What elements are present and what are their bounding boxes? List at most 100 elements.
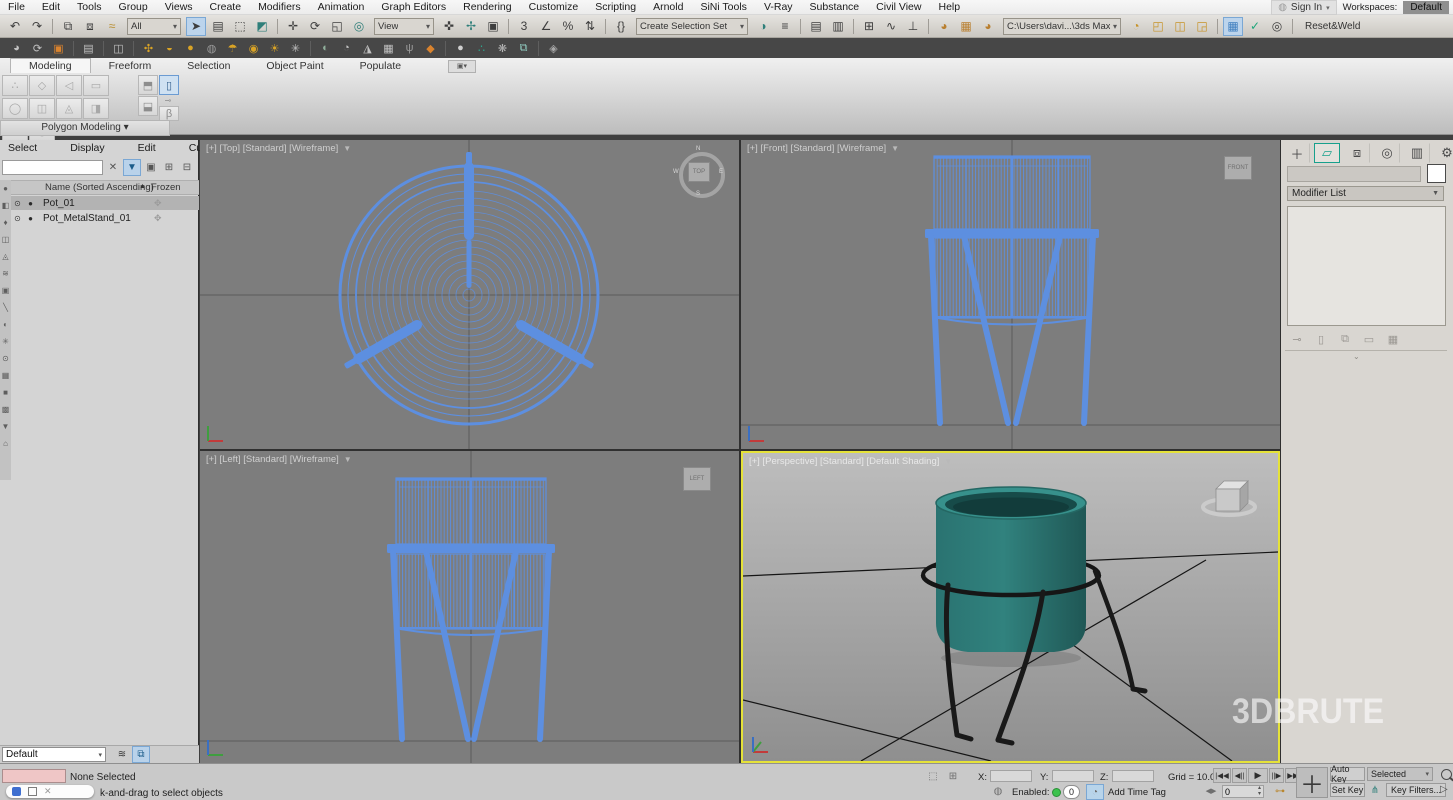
compass-south[interactable]: S [696,191,700,197]
toggle-scene-explorer-icon[interactable]: ▤ [806,17,826,36]
explorer-column-header[interactable]: Name (Sorted Ascending) ▲ Frozen [11,180,199,195]
viewport-filter-icon[interactable]: ▼ [944,457,952,466]
viewport-left[interactable]: [+] [Left] [Standard] [Wireframe]▼ [200,451,739,763]
select-and-rotate-icon[interactable]: ⟳ [305,17,325,36]
shapes-icon[interactable]: ◧ [0,197,12,214]
capture-icon[interactable] [12,787,21,796]
basket-icon[interactable]: ⌂ [0,435,12,452]
helpers-icon[interactable]: ◬ [0,248,12,265]
container-icon[interactable]: ◐ [0,316,12,333]
collapse-tree-icon[interactable]: ⊟ [179,160,195,175]
display-icon[interactable]: ▥ [1404,143,1430,163]
stack-b-button[interactable]: ⬓ [138,96,158,116]
viewport-filter-icon[interactable]: ▼ [344,455,352,464]
schematic-mini-icon[interactable]: ⧉ [132,746,150,763]
geometry-icon[interactable]: ● [0,180,12,197]
render-iterations-icon[interactable]: ⟳ [28,39,47,58]
menu-group[interactable]: Group [119,1,148,13]
render-iterative-icon[interactable]: ◰ [1148,17,1168,36]
viewport-top[interactable]: [+] [Top] [Standard] [Wireframe]▼ [200,140,739,449]
menu-modifiers[interactable]: Modifiers [258,1,301,13]
material-sphere-icon[interactable]: ● [451,39,470,58]
project-folder-dropdown[interactable]: C:\Users\davi...\3ds Max 2021▾ [1003,18,1121,35]
capture-overlay[interactable]: ✕ [6,785,94,798]
render-teapot-icon[interactable]: ◕ [7,39,26,58]
toggle-ribbon-icon[interactable]: ⊞ [859,17,879,36]
select-and-manipulate-icon[interactable]: ✢ [461,17,481,36]
select-by-name-icon[interactable]: ▤ [208,17,228,36]
viewcube[interactable]: FRONT [1224,156,1252,180]
table-row[interactable]: ⊙ ● Pot_MetalStand_01 ✥ [11,211,199,225]
preview-edge-icon[interactable]: ◬ [56,98,82,119]
render-preset-b-icon[interactable]: ◲ [1192,17,1212,36]
paint-icon[interactable]: ❋ [493,39,512,58]
scatter-icon[interactable]: ▦ [379,39,398,58]
viewport-perspective-label[interactable]: [+] [Perspective] [Standard] [Default Sh… [749,456,952,467]
viewcube-3d[interactable] [1194,467,1264,525]
undo-icon[interactable]: ↶ [5,17,25,36]
select-object-icon[interactable]: ➤ [186,17,206,36]
viewport-filter-icon[interactable]: ▼ [343,144,351,153]
viewcube[interactable]: TOP [688,162,710,182]
active-layer-dropdown[interactable]: Default▾ [2,747,106,762]
select-and-link-icon[interactable]: ⧉ [58,17,78,36]
object-name-field[interactable] [1287,166,1421,182]
menu-v-ray[interactable]: V-Ray [764,1,793,13]
go-to-start-button[interactable]: |◀◀ [1213,768,1231,783]
named-selection-set-dropdown[interactable]: Create Selection Set▾ [636,18,748,35]
render-list-icon[interactable]: ▤ [79,39,98,58]
bind-to-space-warp-icon[interactable]: ≈ [102,17,122,36]
x-coordinate-field[interactable] [990,770,1032,782]
play-button[interactable]: ▶ [1248,768,1268,783]
edge-icon[interactable]: ◇ [29,75,55,96]
create-icon[interactable]: ＋ [1284,143,1310,163]
previous-frame-button[interactable]: ◀|| [1232,768,1247,783]
viewcube[interactable]: LEFT [683,467,711,491]
add-time-tag-label[interactable]: Add Time Tag [1108,787,1166,798]
menu-tools[interactable]: Tools [77,1,102,13]
workspace-selector[interactable]: Default [1403,1,1449,14]
y-coordinate-field[interactable] [1052,770,1094,782]
menu-display[interactable]: Display [70,142,104,156]
schematic-view-icon[interactable]: ⊥ [903,17,923,36]
select-and-place-icon[interactable]: ◎ [349,17,369,36]
bone-icon[interactable]: ╲ [0,299,12,316]
menu-rendering[interactable]: Rendering [463,1,511,13]
region-icon[interactable] [28,787,37,796]
materials-icon[interactable]: ▦ [0,367,12,384]
table-row[interactable]: ⊙ ● Pot_01 ✥ [11,196,199,210]
redo-icon[interactable]: ↷ [27,17,47,36]
viewport-front-label[interactable]: [+] [Front] [Standard] [Wireframe]▼ [747,143,899,154]
light-dome-icon[interactable]: ◒ [160,39,179,58]
search-icon[interactable] [1441,769,1452,780]
vray-logo-icon[interactable]: ◈ [544,39,563,58]
light-sphere-icon[interactable]: ● [181,39,200,58]
menu-customize[interactable]: Customize [529,1,579,13]
pin-icon[interactable]: ⊸ [159,96,177,105]
spinner-snap-icon[interactable]: ⇅ [580,17,600,36]
key-icon[interactable]: ⊶ [1272,784,1288,798]
compass-east[interactable]: E [719,169,723,175]
eye-icon[interactable]: ⊙ [11,214,24,223]
plus-button[interactable]: ＋ [1296,767,1328,798]
element-icon[interactable]: ◯ [2,98,28,119]
solid-icon[interactable]: ■ [0,384,12,401]
modifier-list-dropdown[interactable]: Modifier List▼ [1287,186,1444,201]
layer-copy-icon[interactable]: ⧉ [514,39,533,58]
menu-civil-view[interactable]: Civil View [876,1,921,13]
key-selection-dropdown[interactable]: Selected▾ [1367,767,1433,781]
menu-graph-editors[interactable]: Graph Editors [381,1,446,13]
render-setup-icon[interactable]: ▦ [956,17,976,36]
show-end-result-icon[interactable]: ▯ [1310,330,1332,348]
grass-icon[interactable]: ψ [400,39,419,58]
menu-edit[interactable]: Edit [42,1,60,13]
layer-stack-icon[interactable]: ≋ [114,747,130,762]
selection-filter-dropdown[interactable]: All▾ [127,18,181,35]
fire-icon[interactable]: ◆ [421,39,440,58]
close-icon[interactable]: ✕ [44,786,52,797]
auto-key-button[interactable]: Auto Key [1330,767,1365,781]
state-sets-icon[interactable]: ▦ [1223,17,1243,36]
menu-create[interactable]: Create [210,1,242,13]
hierarchy-icon[interactable]: ⧈ [1344,143,1370,163]
border-icon[interactable]: ◁ [56,75,82,96]
